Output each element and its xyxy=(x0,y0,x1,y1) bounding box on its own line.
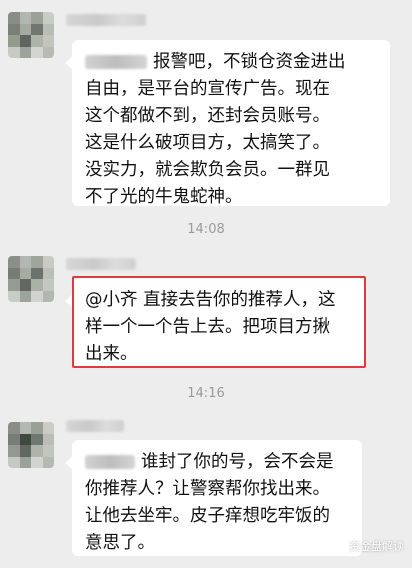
sender-name-blurred xyxy=(66,14,146,26)
message-line: 意思了。 xyxy=(85,533,155,553)
sender-name-blurred xyxy=(66,258,136,270)
message-line: 谁封了你的号，会不会是 xyxy=(141,452,334,472)
message-line: 报警吧，不锁仓资金进出 xyxy=(153,52,346,72)
message-line: 让他去坐牢。皮子痒想吃牢饭的 xyxy=(85,506,330,526)
watermark-text: 资金盘解读 xyxy=(349,540,404,553)
message-bubble[interactable]: 报警吧，不锁仓资金进出 自由，是平台的宣传广告。现在 这个都做不到，还封会员账号… xyxy=(65,40,390,207)
message-line: 这是什么破项目方，太搞笑了。 xyxy=(85,133,330,153)
message-line: 自由，是平台的宣传广告。现在 xyxy=(85,79,330,99)
timestamp: 14:08 xyxy=(187,222,225,237)
timestamp: 14:16 xyxy=(187,386,225,401)
mention-blurred xyxy=(85,455,135,469)
message-bubble[interactable]: 谁封了你的号，会不会是 你推荐人？让警察帮你找出来。 让他去坐牢。皮子痒想吃牢饭… xyxy=(65,440,362,556)
message-line: 不了光的牛鬼蛇神。 xyxy=(85,187,243,207)
avatar[interactable] xyxy=(8,422,54,468)
red-highlight-box xyxy=(72,276,366,368)
wechat-channel-icon xyxy=(324,538,344,553)
message-line: 你推荐人？让警察帮你找出来。 xyxy=(85,479,330,499)
mention-blurred xyxy=(85,55,147,69)
message-line: 这个都做不到，还封会员账号。 xyxy=(85,106,330,126)
watermark: 资金盘解读 xyxy=(324,538,404,554)
message-line: 没实力，就会欺负会员。一群见 xyxy=(85,160,330,180)
avatar[interactable] xyxy=(8,12,54,58)
sender-name-blurred xyxy=(66,420,124,432)
avatar[interactable] xyxy=(8,256,54,302)
